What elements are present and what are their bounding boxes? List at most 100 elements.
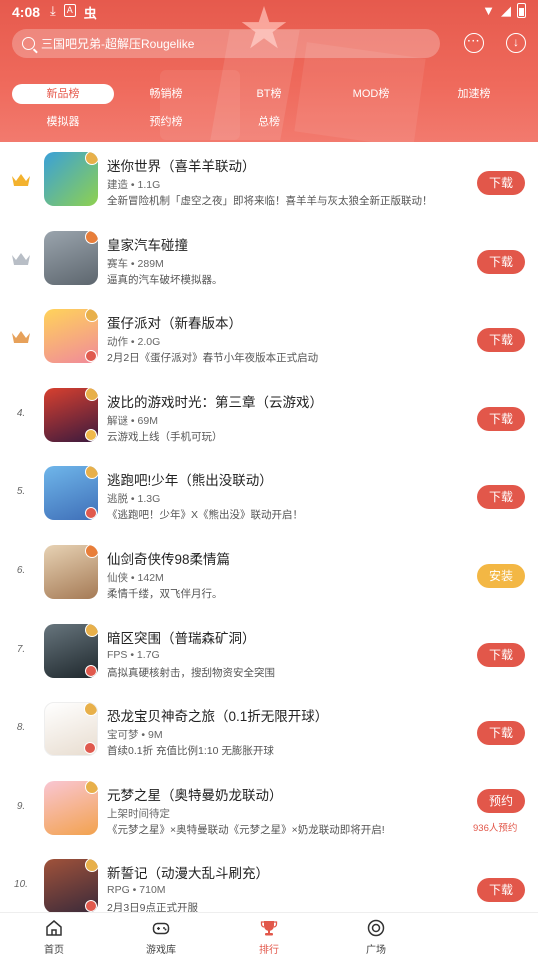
badge-icon (85, 387, 98, 401)
home-icon (45, 919, 63, 937)
status-time: 4:08 (12, 4, 41, 20)
signal-icon: ◢ (501, 3, 511, 18)
badge-icon (85, 309, 98, 323)
rank-number: 9. (16, 800, 26, 812)
app-name: 蛋仔派对（新春版本） (107, 316, 242, 332)
badge-icon (84, 703, 97, 717)
nav-ranking[interactable]: 排行 (229, 913, 309, 958)
rank-number: 6. (16, 564, 26, 576)
badge-icon (85, 544, 98, 558)
nav-plaza[interactable]: 广场 (336, 913, 416, 958)
tab-bestseller[interactable]: 畅销榜 (126, 84, 206, 104)
app-icon (44, 230, 98, 285)
download-button[interactable]: 下载 (477, 878, 525, 903)
gamepad-icon (152, 919, 170, 937)
corner-badge-icon (85, 507, 97, 520)
corner-badge-icon (85, 664, 97, 677)
app-description: 全新冒险机制「虚空之夜」即将来临！喜羊羊与灰太狼全新正版联动！ (107, 195, 433, 207)
tab-overall[interactable]: 总榜 (229, 112, 309, 132)
badge-icon (85, 859, 98, 873)
install-button[interactable]: 安装 (477, 563, 525, 588)
nav-label: 广场 (366, 945, 386, 956)
app-name: 新誓记（动漫大乱斗刷充） (107, 866, 269, 882)
tab-emulator[interactable]: 模拟器 (23, 112, 103, 132)
nav-label: 首页 (44, 945, 64, 956)
tab-reservation[interactable]: 预约榜 (126, 112, 206, 132)
badge-icon (85, 466, 98, 480)
list-item[interactable]: 4. 波比的游戏时光：第三章（云游戏） 解谜 • 69M 云游戏上线（手机可玩）… (0, 378, 538, 457)
ranking-tabs-row1: 新品榜 畅销榜 BT榜 MOD榜 加速榜 (0, 84, 538, 104)
list-item[interactable]: 皇家汽车碰撞 赛车 • 289M 逼真的汽车破坏模拟器。 下载 (0, 221, 538, 300)
app-meta: RPG • 710M (107, 884, 166, 897)
ellipsis-icon: ··· (467, 36, 481, 47)
rank-number: 7. (16, 643, 26, 655)
download-button[interactable]: 下载 (477, 485, 525, 510)
nav-game-library[interactable]: 游戏库 (121, 913, 201, 958)
download-button[interactable]: 下载 (477, 249, 525, 274)
app-icon (44, 387, 98, 442)
app-description: 《逃跑吧！少年》X《熊出没》联动开启！ (107, 509, 304, 522)
app-meta: 建造 • 1.1G (107, 179, 161, 191)
app-icon (44, 152, 98, 206)
status-bar: 4:08 ⤓ A 虫 ▼ ◢ (0, 0, 538, 26)
reserve-button[interactable]: 预约 (477, 788, 525, 813)
download-button[interactable]: 下载 (477, 171, 525, 195)
app-name: 暗区突围（普瑞森矿洞） (107, 630, 256, 646)
battery-icon (517, 3, 526, 18)
download-circle-icon: ↓ (513, 35, 519, 49)
list-item[interactable]: 迷你世界（喜羊羊联动） 建造 • 1.1G 全新冒险机制「虚空之夜」即将来临！喜… (0, 142, 538, 221)
trophy-icon (260, 919, 278, 937)
list-item[interactable]: 7. 暗区突围（普瑞森矿洞） FPS • 1.7G 高拟真硬核射击，搜刮物资安全… (0, 614, 538, 693)
app-name: 元梦之星（奥特曼奶龙联动） (107, 787, 283, 803)
more-button[interactable]: ··· (464, 33, 484, 53)
nav-label: 游戏库 (146, 945, 176, 956)
download-button[interactable]: 下载 (477, 406, 525, 431)
app-name: 皇家汽车碰撞 (107, 237, 188, 253)
app-description: 逼真的汽车破坏模拟器。 (107, 273, 223, 286)
ranking-tabs-row2: 模拟器 预约榜 总榜 (0, 112, 538, 132)
app-name: 逃跑吧!少年（熊出没联动） (107, 473, 273, 489)
list-item[interactable]: 蛋仔派对（新春版本） 动作 • 2.0G 2月2日《蛋仔派对》春节小年夜版本正式… (0, 299, 538, 378)
app-description: 首续0.1折 充值比例1:10 无膨胀开球 (107, 745, 274, 758)
download-button[interactable]: 下载 (477, 721, 525, 746)
tab-mod[interactable]: MOD榜 (331, 84, 411, 104)
list-item[interactable]: 5. 逃跑吧!少年（熊出没联动） 逃脱 • 1.3G 《逃跑吧！少年》X《熊出没… (0, 456, 538, 535)
corner-badge-icon (85, 900, 97, 913)
list-item[interactable]: 9. 元梦之星（奥特曼奶龙联动） 上架时间待定 《元梦之星》×奥特曼联动《元梦之… (0, 771, 538, 850)
app-description: 《元梦之星》×奥特曼联动《元梦之星》×奶龙联动即将开启! (107, 823, 385, 836)
ranking-list: 迷你世界（喜羊羊联动） 建造 • 1.1G 全新冒险机制「虚空之夜」即将来临！喜… (0, 142, 538, 928)
app-meta: 解谜 • 69M (107, 414, 158, 427)
app-description: 柔情千缕，双飞伴月行。 (107, 587, 223, 600)
app-icon (44, 309, 98, 364)
download-manager-button[interactable]: ↓ (506, 33, 526, 53)
app-icon (44, 702, 98, 757)
app-icon (44, 466, 98, 521)
download-icon: ⤓ (50, 3, 56, 18)
gold-crown-icon (11, 172, 31, 188)
nav-home[interactable]: 首页 (14, 913, 94, 958)
a-icon: A (63, 4, 76, 17)
tab-bt[interactable]: BT榜 (229, 84, 309, 104)
app-icon: 虫 (83, 6, 97, 21)
download-button[interactable]: 下载 (477, 642, 525, 667)
badge-icon (85, 152, 98, 165)
app-name: 仙剑奇侠传98柔情篇 (107, 551, 231, 567)
app-icon (44, 623, 98, 678)
app-icon (44, 780, 98, 835)
list-item[interactable]: 6. 仙剑奇侠传98柔情篇 仙侠 • 142M 柔情千缕，双飞伴月行。 安装 (0, 535, 538, 614)
nav-label: 排行 (259, 945, 279, 956)
plaza-icon (367, 919, 385, 937)
tab-new[interactable]: 新品榜 (12, 84, 114, 104)
download-button[interactable]: 下载 (477, 328, 525, 353)
list-item[interactable]: 8. 恐龙宝贝神奇之旅（0.1折无限开球） 宝可梦 • 9M 首续0.1折 充值… (0, 692, 538, 771)
wifi-icon: ▼ (482, 3, 495, 18)
app-description: 高拟真硬核射击，搜刮物资安全突围 (107, 666, 275, 679)
search-bar[interactable]: 三国吧兄弟-超解压Rougelike (12, 29, 440, 58)
app-meta: 宝可梦 • 9M (107, 729, 163, 742)
bronze-crown-icon (11, 329, 31, 345)
header: ★ 4:08 ⤓ A 虫 ▼ ◢ 三国吧兄弟-超解压Rougelike ··· … (0, 0, 538, 142)
app-meta: FPS • 1.7G (107, 648, 160, 661)
app-meta: 动作 • 2.0G (107, 336, 161, 349)
tab-accelerate[interactable]: 加速榜 (434, 84, 514, 104)
search-text: 三国吧兄弟-超解压Rougelike (41, 37, 195, 51)
